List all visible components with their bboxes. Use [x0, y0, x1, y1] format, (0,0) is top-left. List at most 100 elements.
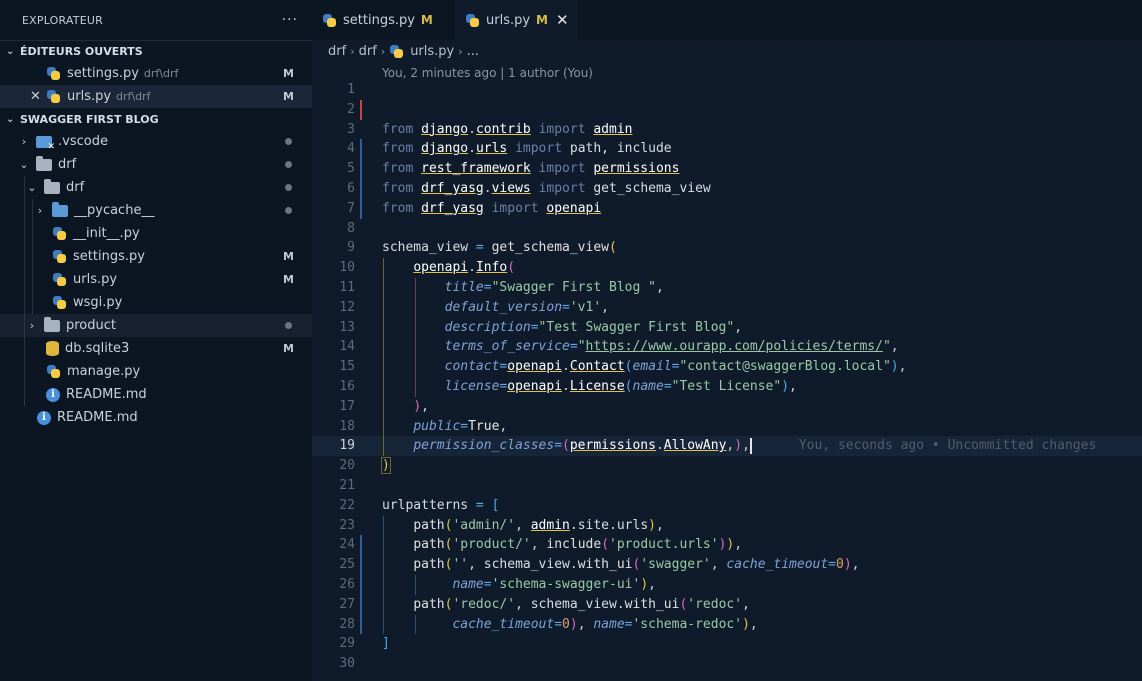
modified-marker [360, 139, 362, 160]
tree-item-label: __pycache__ [74, 203, 155, 218]
modified-marker [360, 535, 362, 556]
code-text: permission_classes=(permissions.AllowAny… [413, 437, 1097, 454]
code-line: 25 path('', schema_view.with_ui('swagger… [312, 555, 1142, 575]
code-line: 11 title="Swagger First Blog ", [312, 277, 1142, 298]
tree-item-pycache[interactable]: › __pycache__ [0, 199, 312, 222]
tab-urls[interactable]: urls.py M ✕ [455, 0, 579, 40]
url-link[interactable]: https://www.ourapp.com/policies/terms/ [586, 339, 883, 354]
change-dot [285, 138, 292, 145]
tree-item-label: drf [66, 180, 85, 195]
tree-item-product[interactable]: › product [0, 314, 312, 337]
breadcrumb-item[interactable]: urls.py [410, 44, 454, 59]
modified-badge: M [283, 342, 294, 355]
breadcrumb-item[interactable]: drf [328, 44, 346, 59]
tree-item-init[interactable]: __init__.py [0, 222, 312, 245]
inline-blame[interactable]: You, seconds ago • Uncommitted changes [799, 438, 1096, 453]
code-line: 18 public=True, [312, 416, 1142, 437]
explorer-header: EXPLORATEUR ··· [0, 0, 312, 40]
more-actions-icon[interactable]: ··· [282, 12, 298, 28]
line-number: 17 [339, 398, 355, 414]
explorer-sidebar: EXPLORATEUR ··· ⌄ ÉDITEURS OUVERTS setti… [0, 0, 312, 681]
tree-item-urls[interactable]: urls.py M [0, 268, 312, 291]
breadcrumb-separator: › [350, 44, 355, 58]
code-line: 2 [312, 99, 1142, 120]
indent-guide [24, 222, 25, 245]
line-number: 10 [339, 260, 355, 276]
tree-item-vscode[interactable]: › .vscode [0, 130, 312, 153]
python-file-icon [389, 44, 404, 59]
open-editors-title: ÉDITEURS OUVERTS [20, 45, 143, 58]
modified-marker [360, 178, 362, 199]
project-title: SWAGGER FIRST BLOG [20, 112, 159, 126]
code-text: terms_of_service="https://www.ourapp.com… [444, 339, 899, 355]
code-line: 30 [312, 654, 1142, 674]
code-text: description="Test Swagger First Blog", [444, 319, 743, 335]
code-line: 24 path('product/', include('product.url… [312, 535, 1142, 556]
open-editor-label: urls.py [67, 89, 112, 104]
chevron-down-icon: ⌄ [6, 46, 15, 57]
chevron-right-icon: › [29, 319, 35, 332]
code-line: 21 [312, 476, 1142, 496]
chevron-right-icon: › [37, 204, 43, 217]
code-text: path('', schema_view.with_ui('swagger', … [413, 557, 860, 573]
code-text: contact=openapi.Contact(email="contact@s… [444, 359, 907, 375]
line-number: 18 [339, 418, 355, 434]
tree-item-wsgi[interactable]: wsgi.py [0, 291, 312, 314]
tree-item-readme-inner[interactable]: i README.md [0, 383, 312, 406]
line-number: 9 [347, 240, 355, 256]
code-editor[interactable]: 1 2 3 from django.contrib import admin 4 f… [312, 80, 1142, 674]
indent-guide [24, 337, 25, 360]
indent-guide [24, 383, 25, 406]
tree-item-drf-inner[interactable]: ⌄ drf [0, 176, 312, 199]
open-editor-settings[interactable]: settings.py drf\drf M [0, 62, 312, 85]
code-line: 3 from django.contrib import admin [312, 120, 1142, 140]
tree-item-manage[interactable]: manage.py [0, 360, 312, 383]
tree-item-readme[interactable]: i README.md [0, 406, 312, 429]
tree-item-settings[interactable]: settings.py M [0, 245, 312, 268]
breadcrumb: drf › drf › urls.py › ... [312, 40, 1142, 62]
line-number: 11 [339, 279, 355, 295]
code-text: path('admin/', admin.site.urls), [413, 517, 664, 533]
line-number: 25 [339, 557, 355, 573]
code-line: 1 [312, 80, 1142, 100]
open-editor-urls[interactable]: ✕ urls.py drf\drf M [0, 85, 312, 108]
tree-item-drf[interactable]: ⌄ drf [0, 153, 312, 176]
line-number: 13 [339, 319, 355, 335]
project-header[interactable]: ⌄ SWAGGER FIRST BLOG [0, 108, 312, 130]
line-number: 7 [347, 200, 355, 216]
tree-item-label: urls.py [73, 272, 118, 287]
code-text: path('product/', include('product.urls')… [413, 537, 743, 553]
tree-item-label: README.md [66, 387, 147, 402]
code-text: default_version='v1', [444, 299, 609, 315]
code-text: ] [382, 636, 390, 652]
code-line: 4 from django.urls import path, include [312, 139, 1142, 160]
open-editor-path: drf\drf [143, 67, 179, 80]
close-icon[interactable]: ✕ [556, 11, 569, 29]
indent-guide [24, 291, 25, 314]
indent-guide [32, 199, 33, 222]
tab-label: settings.py [343, 12, 415, 28]
code-line: 5 from rest_framework import permissions [312, 159, 1142, 179]
breadcrumb-item[interactable]: ... [467, 44, 479, 59]
line-number: 22 [339, 497, 355, 513]
change-dot [285, 184, 292, 191]
code-line: 15 contact=openapi.Contact(email="contac… [312, 357, 1142, 377]
close-icon[interactable]: ✕ [30, 89, 41, 104]
modified-marker [360, 198, 362, 219]
text-cursor [749, 437, 752, 454]
code-text: ), [413, 398, 429, 414]
tree-item-db[interactable]: db.sqlite3 M [0, 337, 312, 360]
chevron-down-icon: ⌄ [6, 113, 15, 125]
indent-guide [24, 314, 25, 337]
info-icon: i [46, 387, 60, 402]
code-line-current: 19 permission_classes=(permissions.Allow… [312, 436, 1142, 457]
line-number: 21 [339, 477, 355, 493]
python-file-icon [52, 272, 67, 287]
tab-settings[interactable]: settings.py M [312, 0, 455, 40]
indent-guide [24, 268, 25, 291]
folder-open-icon [44, 178, 60, 194]
open-editors-header[interactable]: ⌄ ÉDITEURS OUVERTS [0, 40, 312, 62]
breadcrumb-item[interactable]: drf [359, 44, 377, 59]
modified-badge: M [283, 67, 294, 80]
change-dot [285, 161, 292, 168]
